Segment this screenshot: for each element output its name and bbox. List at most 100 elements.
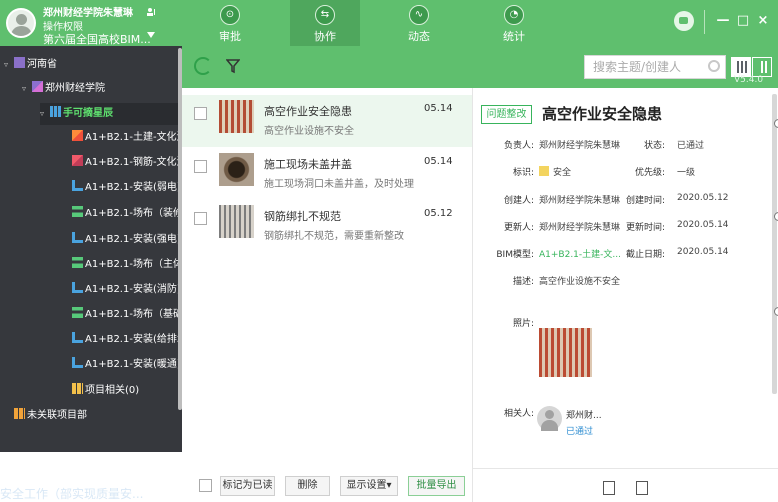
export-detail-icon[interactable]	[603, 481, 615, 495]
manhole-thumbnail	[219, 153, 254, 186]
chat-icon[interactable]	[674, 11, 694, 31]
tab-approval[interactable]: ⊙ 审批	[195, 0, 265, 46]
tree-item-model[interactable]: A1+B2.1-钢筋-文化活动	[72, 152, 178, 174]
updater-label: 更新人:	[503, 223, 534, 233]
tab-collaboration[interactable]: ⇆ 协作	[290, 0, 360, 46]
steel-model-icon	[72, 155, 83, 166]
batch-export-button[interactable]: 批量导出	[408, 476, 465, 496]
issue-description: 高空作业设施不安全	[264, 126, 354, 137]
tree-item-province[interactable]: ▿ 河南省	[4, 54, 57, 76]
tree-item-label: 郑州财经学院	[45, 83, 105, 94]
tab-collaboration-label: 协作	[314, 30, 336, 43]
tree-item-model[interactable]: A1+B2.1-场布（基础阶	[72, 304, 178, 326]
tree-item-unlinked-project[interactable]: 未关联项目部	[14, 405, 87, 427]
tree-item-model[interactable]: A1+B2.1-场布（装修阶	[72, 203, 178, 225]
tree-item-label: A1+B2.1-土建-文化活动	[85, 132, 178, 143]
issue-action-bar: 标记为已读 删除 显示设置▾ 批量导出	[182, 452, 472, 502]
status-badge: 问题整改	[481, 105, 532, 124]
tree-item-label: A1+B2.1-安装(强电)-文	[85, 234, 178, 245]
issue-description: 施工现场洞口未盖井盖，及时处理	[264, 179, 414, 190]
user-profile[interactable]: 郑州财经学院朱慧琳 操作权限 第六届全国高校BIM...	[6, 4, 176, 47]
display-settings-label: 显示设置	[346, 480, 387, 491]
related-person-name: 郑州财...	[566, 411, 602, 421]
tree-item-model[interactable]: A1+B2.1-土建-文化活动	[72, 127, 178, 149]
mark-label: 标识:	[512, 168, 534, 178]
view-bar	[745, 61, 747, 73]
approval-icon: ⊙	[220, 5, 240, 25]
issue-photo[interactable]	[539, 328, 592, 377]
detail-scrollbar[interactable]	[772, 94, 777, 394]
state-label: 状态:	[643, 141, 665, 151]
mark-read-button[interactable]: 标记为已读	[220, 476, 275, 496]
issue-title: 高空作业安全隐患	[264, 105, 352, 118]
tab-activity[interactable]: ∿ 动态	[384, 0, 454, 46]
issue-detail-panel: 问题整改 高空作业安全隐患 负责人: 郑州财经学院朱慧琳 状态: 已通过 标识:…	[472, 88, 778, 502]
issue-row[interactable]: 施工现场未盖井盖 施工现场洞口未盖井盖，及时处理 05.14	[182, 148, 472, 200]
collaboration-icon: ⇆	[315, 5, 335, 25]
tree-item-label: A1+B2.1-场布（主体阶	[85, 259, 178, 270]
related-people-label: 相关人:	[503, 409, 534, 419]
avatar-head-shape	[16, 14, 27, 25]
expand-icon[interactable]: ▿	[40, 103, 50, 125]
deadline-value: 2020.05.14	[677, 247, 729, 257]
edge-handle-icon[interactable]	[774, 119, 778, 128]
edge-handle-icon[interactable]	[774, 307, 778, 316]
split-view-button[interactable]	[752, 57, 772, 77]
issue-checkbox[interactable]	[194, 107, 207, 120]
safety-tag-icon	[539, 166, 549, 176]
tree-item-model[interactable]: A1+B2.1-安装(暖通)-文	[72, 354, 178, 376]
installation-model-icon	[72, 282, 83, 293]
tree-item-school[interactable]: ▿ 郑州财经学院	[22, 78, 105, 100]
refresh-icon[interactable]	[194, 57, 212, 75]
sidebar-footer-space: 安全工作（部实现质量安...	[0, 452, 182, 502]
avatar[interactable]	[537, 406, 562, 431]
description-value: 高空作业设施不安全	[539, 277, 621, 287]
tree-item-model[interactable]: A1+B2.1-场布（主体阶	[72, 254, 178, 276]
tree-item-model[interactable]: A1+B2.1-安装(消防)-文	[72, 279, 178, 301]
maximize-button[interactable]: □	[734, 12, 752, 30]
detail-title: 高空作业安全隐患	[542, 105, 663, 123]
trash-icon[interactable]	[636, 481, 648, 495]
tab-activity-label: 动态	[408, 30, 430, 43]
priority-label: 优先级:	[634, 168, 665, 178]
tree-item-project-related[interactable]: 项目相关(0)	[72, 380, 139, 402]
expand-icon[interactable]: ▿	[4, 54, 14, 76]
issue-row[interactable]: 高空作业安全隐患 高空作业设施不安全 05.14	[182, 95, 472, 147]
tree-item-model[interactable]: A1+B2.1-安装(给排水)	[72, 329, 178, 351]
edge-handle-icon[interactable]	[774, 212, 778, 221]
chevron-down-icon[interactable]	[147, 32, 155, 38]
close-button[interactable]: ×	[754, 12, 772, 30]
description-label: 描述:	[512, 277, 534, 287]
avatar[interactable]	[6, 8, 36, 38]
updated-time-label: 更新时间:	[625, 223, 665, 233]
tab-statistics[interactable]: ◔ 统计	[479, 0, 549, 46]
created-time-value: 2020.05.12	[677, 193, 729, 203]
user-switch-icon[interactable]	[146, 7, 156, 17]
statistics-icon-glyph: ◔	[509, 9, 519, 20]
avatar-body-shape	[11, 26, 32, 36]
tree-item-label: A1+B2.1-场布（基础阶	[85, 309, 178, 320]
search-input[interactable]: 搜索主题/创建人	[584, 55, 726, 79]
tree-item-project-selected[interactable]: ▿ 手可摘星辰	[40, 103, 178, 125]
collaboration-icon-glyph: ⇆	[320, 9, 330, 20]
issue-checkbox[interactable]	[194, 160, 207, 173]
installation-model-icon	[72, 232, 83, 243]
expand-icon[interactable]: ▿	[22, 78, 32, 100]
issue-row[interactable]: 钢筋绑扎不规范 钢筋绑扎不规范，需要重新整改 05.12	[182, 200, 472, 252]
background-footer-text: 安全工作（部实现质量安...	[0, 487, 144, 501]
view-bar	[765, 61, 767, 73]
user-name: 郑州财经学院朱慧琳	[43, 8, 133, 19]
creator-label: 创建人:	[503, 196, 534, 206]
issue-checkbox[interactable]	[194, 212, 207, 225]
minimize-button[interactable]: —	[714, 12, 732, 30]
tree-item-model[interactable]: A1+B2.1-安装(强电)-文	[72, 229, 178, 251]
select-all-checkbox[interactable]	[199, 479, 212, 492]
display-settings-dropdown[interactable]: 显示设置▾	[340, 476, 398, 496]
tree-item-model[interactable]: A1+B2.1-安装(弱电)-文	[72, 177, 178, 199]
delete-button[interactable]: 删除	[285, 476, 330, 496]
filter-icon[interactable]	[226, 58, 240, 74]
issue-date: 05.12	[424, 208, 453, 219]
project-selector[interactable]: 第六届全国高校BIM...	[43, 31, 151, 47]
search-icon[interactable]	[708, 60, 720, 72]
list-view-button[interactable]	[731, 57, 751, 77]
